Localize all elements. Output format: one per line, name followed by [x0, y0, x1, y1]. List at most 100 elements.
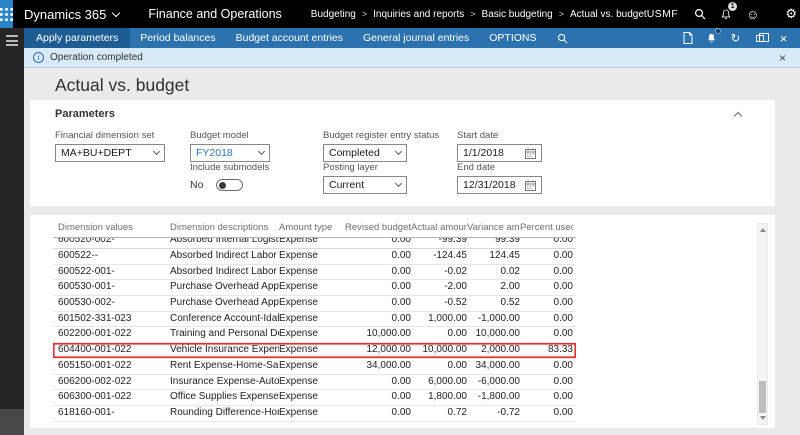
sidebar-footer-button[interactable]: [0, 409, 24, 435]
cell-actual-amount: 6,000.00: [411, 375, 467, 390]
breadcrumb-area[interactable]: Inquiries and reports: [373, 9, 481, 20]
scrollbar-thumb[interactable]: [759, 381, 766, 413]
column-header-amount-type[interactable]: Amount type: [279, 222, 343, 233]
cell-revised-budget: 0.00: [343, 312, 411, 327]
toggle-value: No: [190, 179, 216, 191]
tab-general-journal-entries[interactable]: General journal entries: [353, 28, 479, 48]
column-header-dimension-descriptions[interactable]: Dimension descriptions: [170, 222, 279, 233]
table-row[interactable]: 600520-002-Absorbed Internal Logistics C…: [53, 238, 576, 249]
cell-actual-amount: -99.39: [411, 238, 467, 248]
refresh-icon[interactable]: ↻: [728, 28, 743, 48]
cell-variance-amount: 0.52: [467, 296, 520, 311]
cell-actual-amount: 0.00: [411, 359, 467, 374]
cell-amount-type: Expense: [279, 265, 343, 280]
cell-amount-type: Expense: [279, 296, 343, 311]
cell-dimension-descriptions: Absorbed Internal Logistics Cos...: [170, 238, 279, 248]
breadcrumb-group[interactable]: Basic budgeting: [482, 9, 570, 20]
budget-model-select[interactable]: FY2018: [190, 144, 270, 162]
open-new-window-icon[interactable]: [752, 28, 767, 48]
cell-revised-budget: 0.00: [343, 280, 411, 295]
cell-percent-used: 0.00: [520, 238, 573, 248]
table-row[interactable]: 600530-001-Purchase Overhead Applied-Ho.…: [53, 280, 576, 296]
results-grid-panel: Dimension valuesDimension descriptionsAm…: [30, 215, 775, 428]
financial-dimension-set-select[interactable]: MA+BU+DEPT: [55, 144, 165, 162]
company-selector[interactable]: USMF: [647, 8, 678, 20]
settings-gear-icon[interactable]: ⚙: [785, 5, 797, 23]
field-label: Posting layer: [323, 162, 407, 173]
table-row[interactable]: 600530-002-Purchase Overhead Applied-Au.…: [53, 296, 576, 312]
cell-amount-type: Expense: [279, 312, 343, 327]
table-row[interactable]: 601502-331-023Conference Account-Idaho-O…: [53, 312, 576, 328]
field-financial-dimension-set: Financial dimension set MA+BU+DEPT: [55, 130, 165, 162]
cell-actual-amount: -0.52: [411, 296, 467, 311]
breadcrumb: Budgeting Inquiries and reports Basic bu…: [297, 9, 647, 20]
field-label: Start date: [457, 130, 542, 141]
cell-variance-amount: 10,000.00: [467, 327, 520, 342]
scroll-up-arrow-icon[interactable]: [760, 228, 766, 232]
column-header-percent-used[interactable]: Percent used: [520, 222, 573, 233]
hamburger-menu-icon[interactable]: [6, 35, 18, 46]
cell-variance-amount: 2,000.00: [467, 343, 520, 358]
close-pane-icon[interactable]: ×: [776, 28, 791, 48]
cell-variance-amount: 124.45: [467, 249, 520, 264]
table-row[interactable]: 600522-001-Absorbed Indirect Labor Cost-…: [53, 265, 576, 281]
posting-layer-select[interactable]: Current: [323, 176, 407, 194]
scroll-down-arrow-icon[interactable]: [760, 416, 766, 420]
include-submodels-toggle[interactable]: [216, 179, 243, 191]
top-navigation-bar: Dynamics 365 Finance and Operations Budg…: [0, 0, 800, 28]
table-row[interactable]: 605150-001-022Rent Expense-Home-Sales & …: [53, 359, 576, 375]
start-date-input[interactable]: 1/1/2018: [457, 144, 542, 162]
table-row[interactable]: 606300-001-022Office Supplies Expense-Ho…: [53, 390, 576, 406]
table-row[interactable]: 606200-002-022Insurance Expense-Auto-Sal…: [53, 375, 576, 391]
table-row[interactable]: 618160-001-Rounding Difference-Home-Expe…: [53, 406, 576, 422]
app-name[interactable]: Finance and Operations: [133, 7, 296, 21]
cell-amount-type: Expense: [279, 280, 343, 295]
column-header-actual-amount[interactable]: Actual amount: [411, 222, 467, 233]
cell-percent-used: 0.00: [520, 359, 573, 374]
cell-variance-amount: -1,800.00: [467, 390, 520, 405]
alerts-badge: [715, 28, 721, 34]
attach-document-icon[interactable]: [680, 28, 695, 48]
action-center-icon[interactable]: 1: [720, 5, 732, 23]
field-label: Budget register entry status: [323, 130, 407, 141]
table-row[interactable]: 604400-001-022Vehicle Insurance Expense-…: [53, 343, 576, 359]
end-date-input[interactable]: 12/31/2018: [457, 176, 542, 194]
collapse-section-icon[interactable]: [734, 112, 742, 120]
cell-dimension-descriptions: Purchase Overhead Applied-Au...: [170, 296, 279, 311]
cell-dimension-values: 600520-002-: [58, 238, 170, 248]
field-label: End date: [457, 162, 542, 173]
budget-register-entry-status-select[interactable]: Completed: [323, 144, 407, 162]
cell-dimension-descriptions: Absorbed Indirect Labor Cost--: [170, 249, 279, 264]
cell-percent-used: 0.00: [520, 375, 573, 390]
column-header-revised-budget[interactable]: Revised budget: [343, 222, 411, 233]
cell-revised-budget: 0.00: [343, 296, 411, 311]
cell-dimension-values: 604400-001-022: [58, 343, 170, 358]
nav-sidebar[interactable]: [0, 28, 24, 435]
table-row[interactable]: 600522--Absorbed Indirect Labor Cost--Ex…: [53, 249, 576, 265]
table-row[interactable]: 602200-001-022Training and Personal Deve…: [53, 327, 576, 343]
search-icon[interactable]: [694, 5, 706, 23]
dynamics-brand-menu[interactable]: Dynamics 365: [13, 7, 133, 22]
tab-options[interactable]: OPTIONS: [479, 28, 546, 48]
cell-dimension-descriptions: Purchase Overhead Applied-Ho...: [170, 280, 279, 295]
tab-apply-parameters[interactable]: Apply parameters: [24, 28, 130, 48]
action-pane-search-icon[interactable]: [547, 28, 578, 48]
tab-period-balances[interactable]: Period balances: [130, 28, 225, 48]
grid-header: Dimension valuesDimension descriptionsAm…: [53, 222, 576, 238]
app-launcher-icon[interactable]: [0, 0, 13, 28]
cell-percent-used: 0.00: [520, 265, 573, 280]
cell-dimension-values: 602200-001-022: [58, 327, 170, 342]
parameters-section-title: Parameters: [55, 108, 115, 120]
tab-budget-account-entries[interactable]: Budget account entries: [226, 28, 353, 48]
cell-percent-used: 0.00: [520, 312, 573, 327]
breadcrumb-module[interactable]: Budgeting: [311, 9, 373, 20]
vertical-scrollbar[interactable]: [757, 223, 768, 425]
notification-close-icon[interactable]: ×: [779, 51, 786, 65]
feedback-smiley-icon[interactable]: ☺: [746, 5, 759, 23]
column-header-variance-amount[interactable]: Variance amount: [467, 222, 520, 233]
chevron-down-icon: [153, 148, 160, 155]
cell-variance-amount: -0.72: [467, 406, 520, 421]
column-header-dimension-values[interactable]: Dimension values: [58, 222, 170, 233]
cell-percent-used: 0.00: [520, 327, 573, 342]
alerts-bell-icon[interactable]: [704, 28, 719, 48]
